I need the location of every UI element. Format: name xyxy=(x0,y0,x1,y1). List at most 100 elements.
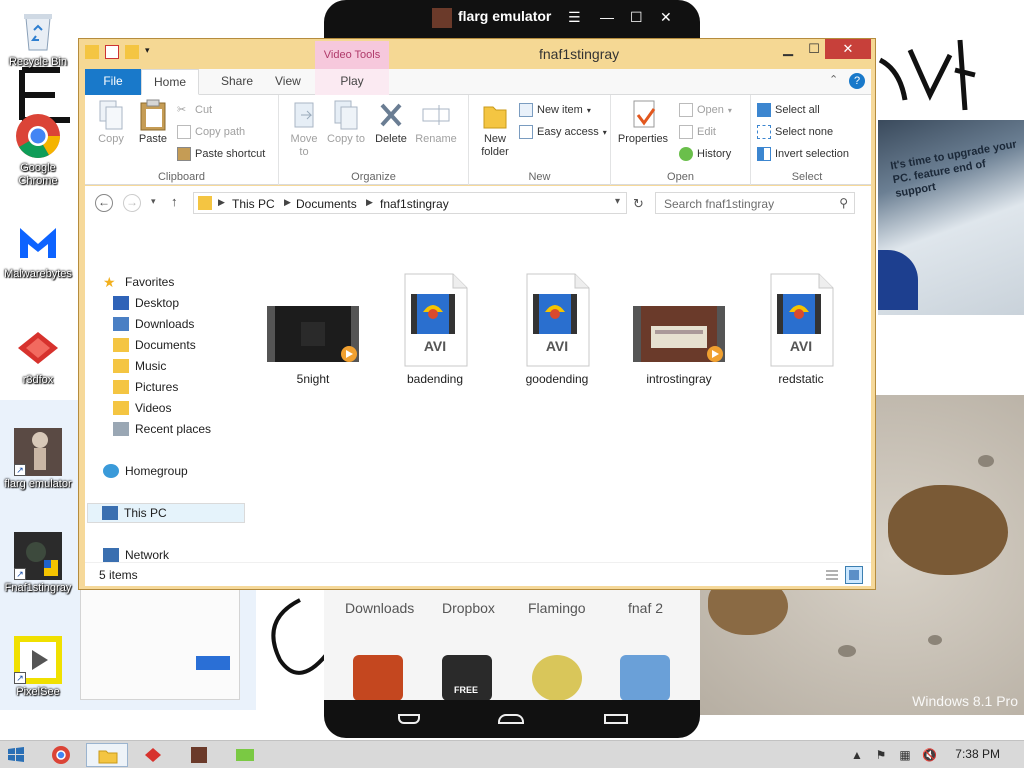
taskbar-clock[interactable]: 7:38 PM xyxy=(955,747,1000,761)
select-none-button[interactable]: Select none xyxy=(757,123,833,141)
breadcrumb-this-pc[interactable]: This PC xyxy=(232,197,275,211)
app-icon-flamingo[interactable] xyxy=(532,655,582,701)
address-dropdown-icon[interactable]: ▾ xyxy=(615,196,620,207)
desktop-icon-r3dfox[interactable]: r3dfox xyxy=(0,324,76,387)
details-view-button[interactable] xyxy=(823,566,841,584)
group-label: Open xyxy=(667,171,694,183)
refresh-icon[interactable]: ↻ xyxy=(633,196,644,212)
delete-button[interactable]: Delete xyxy=(371,99,411,146)
help-icon[interactable]: ? xyxy=(849,73,865,89)
properties-button[interactable]: Properties xyxy=(613,99,673,146)
ribbon-group-clipboard: Copy Paste ✂ Cut Copy path Paste shortcut… xyxy=(85,95,279,185)
app-icon-fnaf2[interactable] xyxy=(620,655,670,701)
emulator-menu-icon[interactable]: ☰ xyxy=(568,9,581,26)
emulator-app-label[interactable]: Dropbox xyxy=(442,600,495,616)
emulator-app-label[interactable]: Flamingo xyxy=(528,600,586,616)
taskbar-chrome[interactable] xyxy=(40,743,82,767)
chevron-down-icon: ▾ xyxy=(586,105,591,115)
recent-locations-icon[interactable]: ▾ xyxy=(151,196,156,207)
tab-view[interactable]: View xyxy=(263,69,313,95)
close-button[interactable]: ✕ xyxy=(825,39,871,59)
desktop-icon-fnaf1stingray[interactable]: ↗ Fnaf1stingray xyxy=(0,532,76,595)
edit-button[interactable]: Edit xyxy=(679,123,716,141)
file-item[interactable]: AVI goodending xyxy=(505,272,609,386)
start-button[interactable] xyxy=(4,743,34,767)
recent-places-icon xyxy=(113,422,129,436)
copy-icon xyxy=(96,99,126,131)
large-icons-view-button[interactable] xyxy=(845,566,863,584)
emulator-minimize-icon[interactable]: — xyxy=(600,9,614,25)
tab-file[interactable]: File xyxy=(85,69,141,95)
crumb-separator-icon: ▶ xyxy=(218,197,225,207)
new-folder-button[interactable]: New folder xyxy=(473,99,517,159)
breadcrumb-documents[interactable]: Documents xyxy=(296,197,357,211)
emulator-app-label[interactable]: fnaf 2 xyxy=(628,600,663,616)
breadcrumb-fnaf1stingray[interactable]: fnaf1stingray xyxy=(380,197,449,211)
file-item[interactable]: introstingray xyxy=(627,272,731,386)
desktop-icon-chrome[interactable]: Google Chrome xyxy=(0,112,76,188)
easy-access-button[interactable]: Easy access ▾ xyxy=(519,123,607,141)
tab-play[interactable]: Play xyxy=(315,69,389,95)
nav-favorites[interactable]: ★ Favorites xyxy=(103,272,261,292)
open-button[interactable]: Open ▾ xyxy=(679,101,732,119)
up-button[interactable]: ↑ xyxy=(171,194,178,209)
collapse-ribbon-icon[interactable]: ⌃ xyxy=(829,73,845,89)
file-item[interactable]: AVI badending xyxy=(383,272,487,386)
history-button[interactable]: History xyxy=(679,145,731,163)
video-thumbnail xyxy=(265,272,361,368)
windows-watermark: Windows 8.1 Pro xyxy=(912,693,1018,709)
app-icon-dropbox[interactable]: FREE xyxy=(442,655,492,701)
desktop-icon-flarg-emulator[interactable]: ↗ flarg emulator xyxy=(0,428,76,491)
desktop-icon-recycle-bin[interactable]: Recycle Bin xyxy=(0,6,76,69)
search-input[interactable]: Search fnaf1stingray ⚲ xyxy=(655,192,855,214)
paste-button[interactable]: Paste xyxy=(133,99,173,146)
desktop-icon-label: Recycle Bin xyxy=(8,56,68,68)
paste-shortcut-button[interactable]: Paste shortcut xyxy=(177,145,265,163)
taskbar-android-app[interactable] xyxy=(224,743,266,767)
emulator-maximize-icon[interactable]: ☐ xyxy=(630,9,643,26)
desktop-icon-pixelsee[interactable]: ↗ PixelSee xyxy=(0,636,76,699)
new-folder-icon[interactable] xyxy=(125,45,139,59)
cut-button[interactable]: ✂ Cut xyxy=(177,101,212,119)
properties-icon xyxy=(628,99,658,131)
back-button[interactable]: ← xyxy=(95,194,113,212)
taskbar-r3dfox[interactable] xyxy=(132,743,174,767)
emulator-title: flarg emulator xyxy=(458,8,552,24)
chevron-down-icon[interactable]: ▾ xyxy=(145,45,153,59)
emulator-app-label[interactable]: Downloads xyxy=(345,600,414,616)
search-icon[interactable]: ⚲ xyxy=(839,196,848,210)
tab-home[interactable]: Home xyxy=(141,69,200,95)
recents-icon[interactable] xyxy=(604,714,628,724)
address-bar[interactable]: ▶ This PC ▶ Documents ▶ fnaf1stingray ▾ xyxy=(193,192,627,214)
rename-button[interactable]: Rename xyxy=(413,99,459,146)
invert-selection-button[interactable]: Invert selection xyxy=(757,145,849,163)
back-icon[interactable] xyxy=(398,714,420,724)
properties-icon[interactable] xyxy=(105,45,119,59)
action-center-flag-icon[interactable]: ⚑ xyxy=(874,748,888,762)
tab-share[interactable]: Share xyxy=(209,69,265,95)
app-icon-downloads[interactable] xyxy=(353,655,403,701)
nav-homegroup[interactable]: Homegroup xyxy=(103,461,261,481)
move-to-button[interactable]: Move to xyxy=(285,99,323,159)
nav-label: This PC xyxy=(124,506,167,520)
copy-to-button[interactable]: Copy to xyxy=(327,99,365,146)
desktop-icon-malwarebytes[interactable]: Malwarebytes xyxy=(0,218,76,281)
folder-icon[interactable] xyxy=(85,45,99,59)
select-all-button[interactable]: Select all xyxy=(757,101,820,119)
network-icon[interactable]: ▦ xyxy=(898,748,912,762)
taskbar-file-explorer[interactable] xyxy=(86,743,128,767)
copy-path-button[interactable]: Copy path xyxy=(177,123,245,141)
taskbar-flarg-emulator[interactable] xyxy=(178,743,220,767)
show-hidden-icons[interactable]: ▲ xyxy=(850,748,864,762)
nav-this-pc[interactable]: This PC xyxy=(87,503,245,523)
emulator-close-icon[interactable]: ✕ xyxy=(660,9,672,26)
rename-icon xyxy=(421,99,451,131)
copy-button[interactable]: Copy xyxy=(91,99,131,146)
home-icon[interactable] xyxy=(498,714,524,724)
file-item[interactable]: 5night xyxy=(261,272,365,386)
volume-muted-icon[interactable]: 🔇 xyxy=(922,748,937,762)
forward-button[interactable]: → xyxy=(123,194,141,212)
file-item[interactable]: AVI redstatic xyxy=(749,272,853,386)
select-all-icon xyxy=(757,103,771,117)
new-item-button[interactable]: New item ▾ xyxy=(519,101,591,119)
